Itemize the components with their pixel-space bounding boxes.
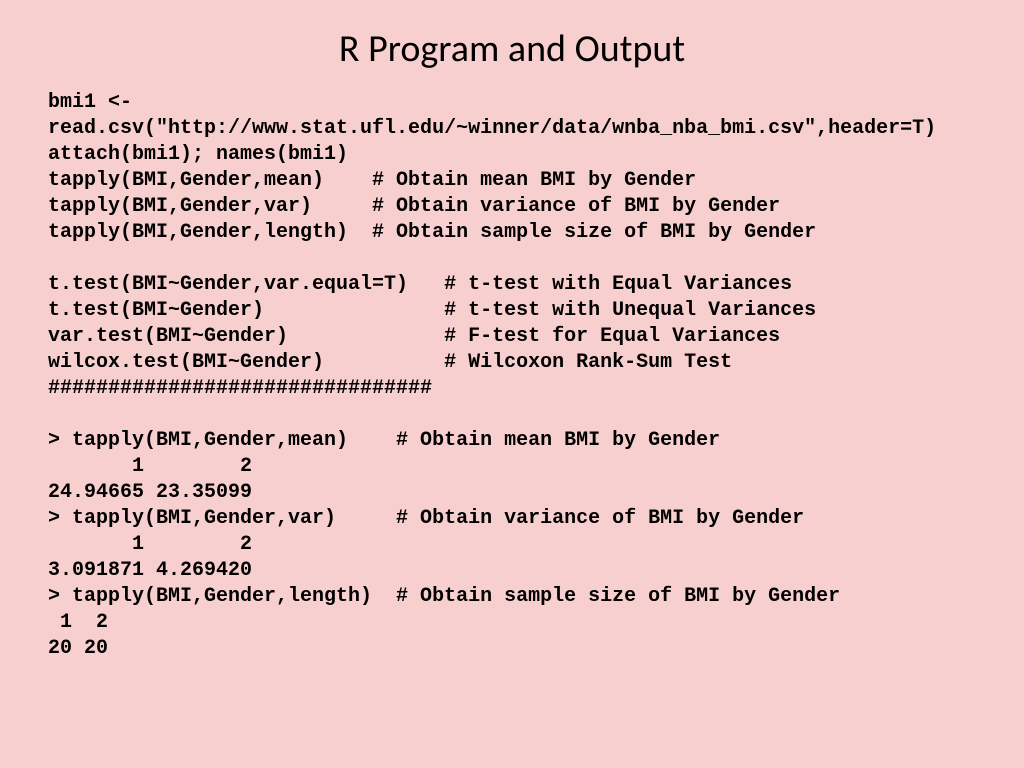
slide: R Program and Output bmi1 <- read.csv("h… <box>0 0 1024 768</box>
slide-title: R Program and Output <box>48 26 976 72</box>
code-block: bmi1 <- read.csv("http://www.stat.ufl.ed… <box>48 90 976 662</box>
